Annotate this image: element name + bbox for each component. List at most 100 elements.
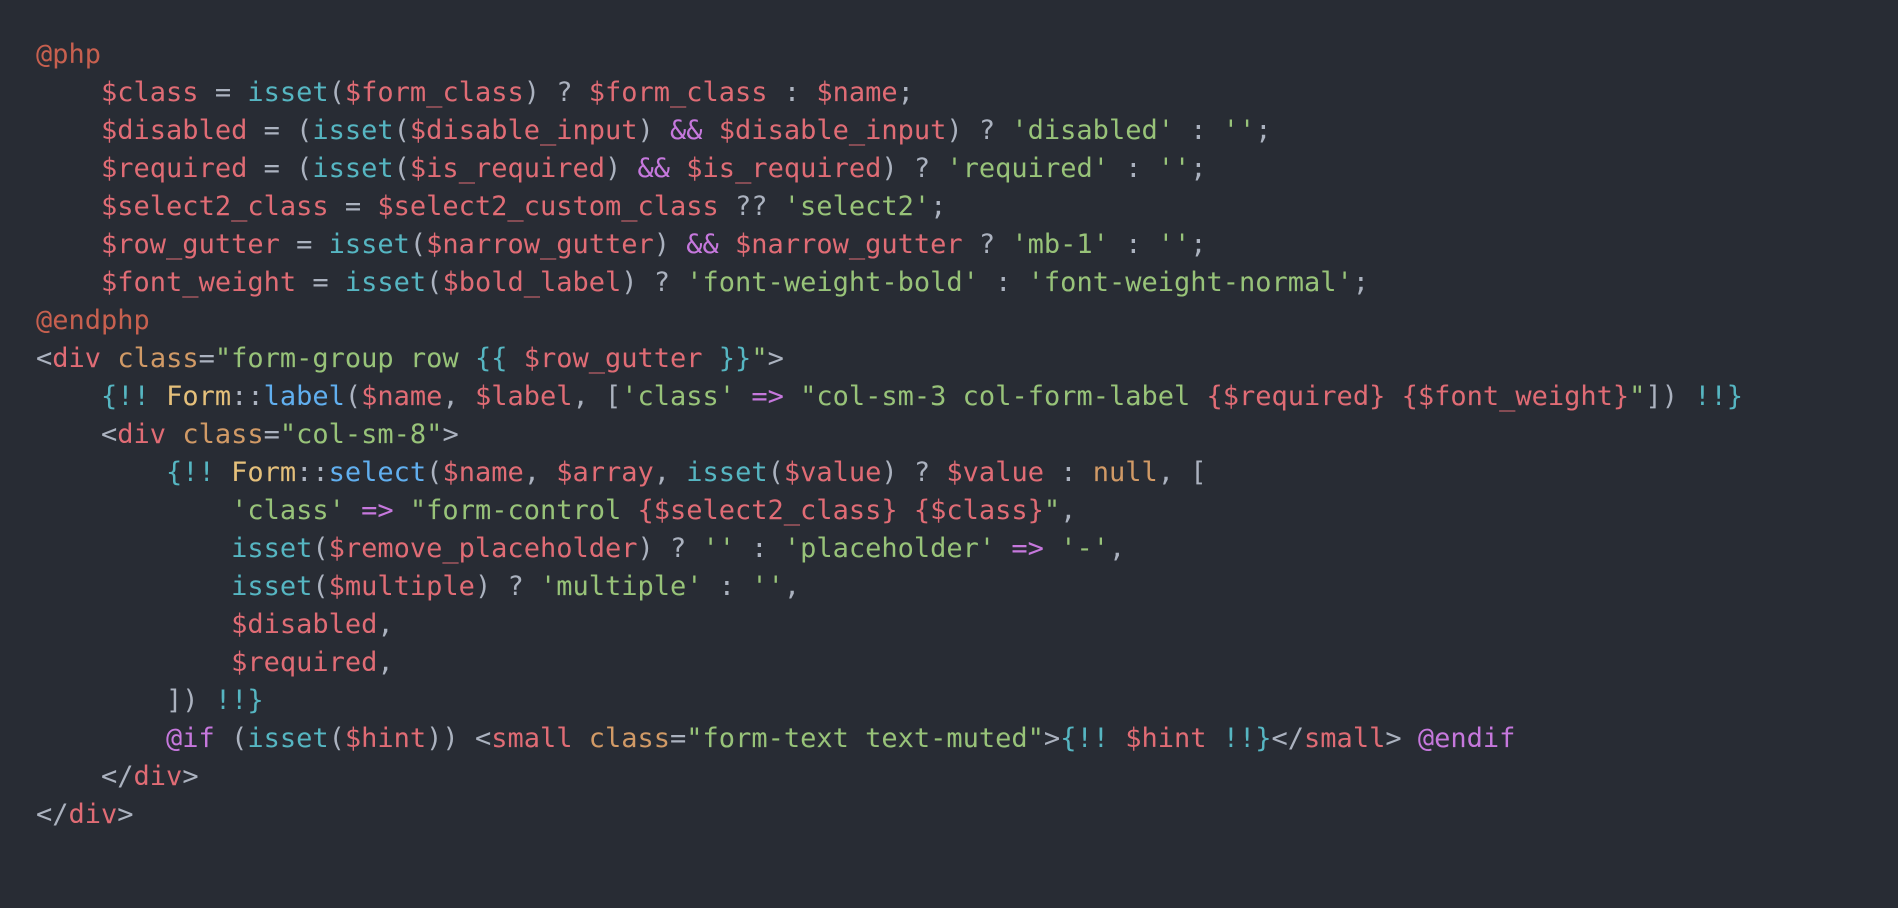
code-line: isset($remove_placeholder) ? '' : 'place… — [36, 530, 1898, 568]
code-token: {!! — [166, 457, 232, 488]
code-token: '' — [1157, 153, 1191, 184]
code-token: '' — [1157, 229, 1191, 260]
code-token: isset — [344, 267, 427, 298]
code-token: Form — [231, 457, 297, 488]
code-token: " — [751, 343, 768, 374]
code-token: && — [637, 153, 671, 184]
code-token: ; — [897, 77, 914, 108]
code-token: "col-sm-8" — [279, 419, 443, 450]
code-token: : — [735, 533, 784, 564]
code-token: 'multiple' — [539, 571, 703, 602]
code-token: $hint — [1125, 723, 1207, 754]
code-token: > — [182, 761, 199, 792]
code-token: ) — [637, 115, 671, 146]
code-token: ( — [409, 229, 427, 260]
code-token: @endphp — [36, 305, 150, 336]
code-token: 'class' — [621, 381, 736, 412]
code-token: )) < — [426, 723, 492, 754]
code-token: , — [1108, 533, 1126, 564]
code-token: , — [1060, 495, 1077, 526]
code-token: isset — [231, 533, 313, 564]
code-token: 'required' — [946, 153, 1109, 184]
code-token: ]) — [1645, 381, 1695, 412]
code-token: $name — [816, 77, 898, 108]
code-token: => — [361, 495, 394, 526]
code-line: $row_gutter = isset($narrow_gutter) && $… — [36, 226, 1898, 264]
code-token: !!} — [214, 685, 264, 716]
code-line: <div class="col-sm-8"> — [36, 416, 1898, 454]
code-token: = ( — [247, 153, 313, 184]
code-token: $row_gutter — [523, 343, 703, 374]
code-token: " — [1043, 495, 1061, 526]
code-token: ; — [1255, 115, 1272, 146]
code-token: : — [1108, 229, 1158, 260]
code-token: "col-sm-3 col-form-label — [800, 381, 1207, 412]
code-token: isset — [247, 77, 329, 108]
code-token: {{ — [474, 343, 524, 374]
code-token: : — [702, 571, 752, 602]
code-token: : — [978, 267, 1028, 298]
code-token: isset — [312, 153, 394, 184]
code-token: : — [1173, 115, 1223, 146]
code-token: '-' — [1060, 533, 1109, 564]
code-token: && — [670, 115, 703, 146]
code-token: $disable_input — [409, 115, 638, 146]
code-token: </ — [1271, 723, 1305, 754]
code-token: ( — [426, 267, 443, 298]
code-token: ( — [214, 723, 248, 754]
code-token: 'placeholder' — [783, 533, 996, 564]
code-token: $value — [783, 457, 882, 488]
code-token: 'class' — [231, 495, 345, 526]
code-token: $disable_input — [718, 115, 947, 146]
code-token: {$required} — [1206, 381, 1386, 412]
code-token: ]) — [36, 685, 215, 716]
code-token: ; — [1190, 153, 1207, 184]
code-token: && — [686, 229, 719, 260]
code-token: 'disabled' — [1011, 115, 1174, 146]
code-line: @endphp — [36, 302, 1898, 340]
code-token: ; — [1190, 229, 1207, 260]
code-editor[interactable]: @php $class = isset($form_class) ? $form… — [0, 0, 1898, 908]
code-token: < — [36, 343, 53, 374]
code-token: $class — [101, 77, 199, 108]
code-token: @if — [166, 723, 215, 754]
code-token: > — [442, 419, 459, 450]
code-token: ( — [328, 723, 345, 754]
code-line: ]) !!} — [36, 682, 1898, 720]
code-token: </ — [36, 799, 69, 830]
code-token: ( — [312, 533, 329, 564]
code-line: $required = (isset($is_required) && $is_… — [36, 150, 1898, 188]
code-token: : — [1108, 153, 1158, 184]
code-token: class — [182, 419, 264, 450]
code-line: </div> — [36, 758, 1898, 796]
code-token: = — [198, 77, 248, 108]
code-token: !!} — [1694, 381, 1743, 412]
code-token: small — [491, 723, 573, 754]
code-token: = — [198, 343, 215, 374]
code-token: ) ? — [523, 77, 589, 108]
code-token: $form_class — [344, 77, 524, 108]
code-token: $bold_label — [442, 267, 622, 298]
code-line: <div class="form-group row {{ $row_gutte… — [36, 340, 1898, 378]
code-token: ) ? — [621, 267, 687, 298]
code-token: = — [296, 267, 345, 298]
code-token: isset — [328, 229, 410, 260]
code-token: $multiple — [328, 571, 475, 602]
code-line: $required, — [36, 644, 1898, 682]
code-line: {!! Form::label($name, $label, ['class' … — [36, 378, 1898, 416]
